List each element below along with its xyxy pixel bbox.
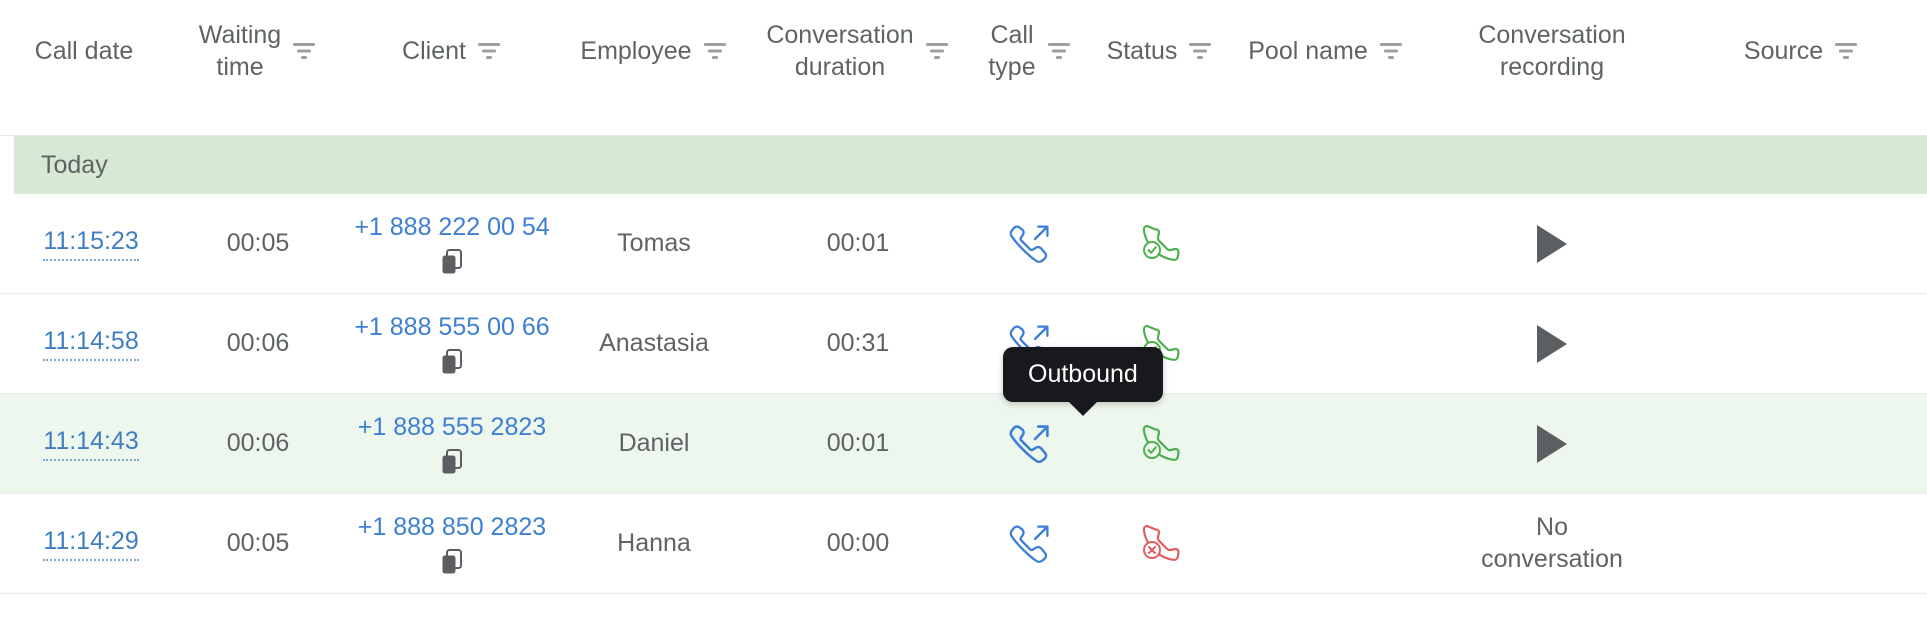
cell-conversation-duration: 00:00 (826, 528, 890, 557)
column-header-label: Pool name (1248, 36, 1368, 65)
cell-employee: Daniel (618, 428, 690, 457)
cell-call-date: 11:14:29 (0, 494, 168, 593)
cell-pool-name (1224, 494, 1428, 593)
cell-conversation-recording: No conversation (1428, 494, 1676, 593)
column-header-label: Employee (580, 36, 692, 65)
cell-employee: Tomas (617, 228, 691, 257)
client-phone-link[interactable]: +1 888 555 00 66 (354, 312, 549, 343)
cell-waiting-time: 00:06 (226, 328, 290, 357)
cell-client: +1 888 222 00 54 (348, 194, 556, 293)
outbound-call-icon[interactable] (1005, 419, 1055, 469)
cell-client: +1 888 555 00 66 (348, 294, 556, 393)
filter-icon[interactable] (924, 40, 950, 62)
group-row-today: Today (14, 136, 1927, 194)
column-header-label: Client (402, 36, 466, 65)
table-header-row: Call date Waiting time Client Employee C… (0, 0, 1927, 136)
call-type-tooltip: Outbound (1003, 347, 1163, 402)
cell-conversation-recording (1428, 394, 1676, 493)
cell-call-date: 11:15:23 (0, 194, 168, 293)
column-header-waiting-time[interactable]: Waiting time (168, 0, 348, 127)
copy-icon[interactable] (441, 249, 463, 275)
cell-status (1096, 194, 1224, 293)
filter-icon[interactable] (1378, 40, 1404, 62)
column-header-label: Call type (988, 20, 1036, 81)
column-header-source[interactable]: Source (1676, 0, 1927, 127)
call-date-link[interactable]: 11:14:58 (43, 326, 139, 362)
column-header-call-type[interactable]: Call type (964, 0, 1096, 127)
client-phone-link[interactable]: +1 888 850 2823 (358, 512, 546, 543)
call-missed-icon[interactable] (1136, 520, 1184, 568)
cell-source (1676, 494, 1927, 593)
cell-pool-name (1224, 394, 1428, 493)
cell-conversation-duration: 00:01 (826, 428, 890, 457)
column-header-status[interactable]: Status (1096, 0, 1224, 127)
play-icon[interactable] (1535, 224, 1569, 264)
cell-waiting-time: 00:05 (226, 528, 290, 557)
column-header-label: Waiting time (198, 20, 282, 81)
copy-icon[interactable] (441, 349, 463, 375)
column-header-employee[interactable]: Employee (556, 0, 752, 127)
cell-employee: Anastasia (599, 328, 709, 357)
filter-icon[interactable] (1833, 40, 1859, 62)
table-body: 11:15:23 00:05 +1 888 222 00 54 Tomas 00… (0, 194, 1927, 594)
filter-icon[interactable] (476, 40, 502, 62)
column-header-label: Conversation recording (1478, 20, 1626, 81)
copy-icon[interactable] (441, 549, 463, 575)
cell-status (1096, 394, 1224, 493)
call-answered-icon[interactable] (1136, 220, 1184, 268)
column-header-label: Call date (34, 36, 134, 65)
cell-client: +1 888 850 2823 (348, 494, 556, 593)
group-row-label: Today (41, 150, 108, 179)
cell-status (1096, 494, 1224, 593)
cell-waiting-time: 00:06 (226, 428, 290, 457)
call-date-link[interactable]: 11:15:23 (43, 226, 139, 262)
call-history-table: Call date Waiting time Client Employee C… (0, 0, 1927, 628)
cell-source (1676, 294, 1927, 393)
cell-conversation-duration: 00:01 (826, 228, 890, 257)
play-icon[interactable] (1535, 424, 1569, 464)
cell-conversation-recording (1428, 194, 1676, 293)
cell-source (1676, 394, 1927, 493)
cell-waiting-time: 00:05 (226, 228, 290, 257)
table-row[interactable]: 11:14:58 00:06 +1 888 555 00 66 Anastasi… (0, 294, 1927, 394)
client-phone-link[interactable]: +1 888 555 2823 (358, 412, 546, 443)
column-header-label: Source (1743, 36, 1824, 65)
column-header-label: Status (1106, 36, 1178, 65)
call-date-link[interactable]: 11:14:29 (43, 526, 139, 562)
table-row[interactable]: 11:14:29 00:05 +1 888 850 2823 Hanna 00:… (0, 494, 1927, 594)
client-phone-link[interactable]: +1 888 222 00 54 (354, 212, 549, 243)
cell-conversation-duration: 00:31 (826, 328, 890, 357)
filter-icon[interactable] (702, 40, 728, 62)
cell-conversation-recording (1428, 294, 1676, 393)
cell-call-type (964, 494, 1096, 593)
column-header-label: Conversation duration (766, 20, 914, 81)
column-header-conversation-recording[interactable]: Conversation recording (1428, 0, 1676, 127)
cell-client: +1 888 555 2823 (348, 394, 556, 493)
no-conversation-label: No conversation (1481, 513, 1623, 573)
cell-pool-name (1224, 294, 1428, 393)
play-icon[interactable] (1535, 324, 1569, 364)
call-answered-icon[interactable] (1136, 420, 1184, 468)
call-date-link[interactable]: 11:14:43 (43, 426, 139, 462)
outbound-call-icon[interactable] (1005, 219, 1055, 269)
table-row[interactable]: 11:14:43 00:06 +1 888 555 2823 Daniel 00… (0, 394, 1927, 494)
filter-icon[interactable] (1187, 40, 1213, 62)
column-header-client[interactable]: Client (348, 0, 556, 127)
cell-pool-name (1224, 194, 1428, 293)
column-header-call-date[interactable]: Call date (0, 0, 168, 127)
outbound-call-icon[interactable] (1005, 519, 1055, 569)
filter-icon[interactable] (291, 40, 317, 62)
cell-employee: Hanna (617, 528, 691, 557)
column-header-pool-name[interactable]: Pool name (1224, 0, 1428, 127)
cell-call-date: 11:14:43 (0, 394, 168, 493)
cell-source (1676, 194, 1927, 293)
cell-call-date: 11:14:58 (0, 294, 168, 393)
column-header-conversation-duration[interactable]: Conversation duration (752, 0, 964, 127)
filter-icon[interactable] (1046, 40, 1072, 62)
cell-call-type (964, 194, 1096, 293)
copy-icon[interactable] (441, 449, 463, 475)
table-row[interactable]: 11:15:23 00:05 +1 888 222 00 54 Tomas 00… (0, 194, 1927, 294)
